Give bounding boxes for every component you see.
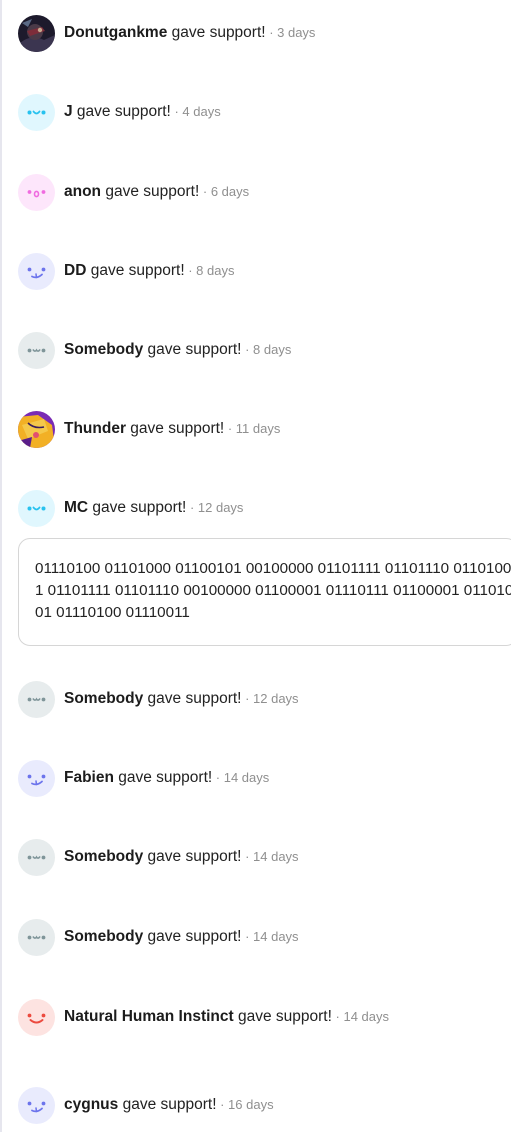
supporter-name[interactable]: Fabien	[64, 769, 114, 786]
supporter-name[interactable]: anon	[64, 183, 101, 200]
support-time: · 12 days	[186, 500, 244, 515]
avatar-neutral-gray-face-icon[interactable]	[18, 838, 55, 876]
support-action: gave support!	[167, 24, 266, 41]
avatar-smile-cyan-face-icon[interactable]	[18, 489, 55, 527]
support-action: gave support!	[118, 1096, 217, 1113]
support-text: Donutgankme gave support! · 3 days	[64, 23, 315, 43]
avatar-photo[interactable]	[18, 410, 55, 448]
support-entry: Somebody gave support! · 14 days	[18, 918, 299, 956]
support-entry: J gave support! · 4 days	[18, 93, 221, 131]
support-entry: MC gave support! · 12 days	[18, 489, 243, 527]
support-time: · 11 days	[224, 421, 281, 436]
avatar-neutral-gray-face-icon[interactable]	[18, 331, 55, 369]
left-border	[0, 0, 2, 1132]
avatar-smile-cyan-face-icon[interactable]	[18, 93, 55, 131]
support-time: · 6 days	[199, 184, 250, 199]
support-action: gave support!	[143, 848, 242, 865]
support-entry: Fabien gave support! · 14 days	[18, 759, 269, 797]
avatar-smirk-lavender-face-icon[interactable]	[18, 1086, 55, 1124]
avatar-neutral-gray-face-icon[interactable]	[18, 680, 55, 718]
support-action: gave support!	[113, 769, 213, 786]
support-time: · 3 days	[265, 25, 316, 40]
support-action: gave support!	[88, 499, 187, 516]
supporter-name[interactable]: MC	[64, 499, 88, 516]
avatar-photo[interactable]	[18, 14, 55, 52]
support-time: · 14 days	[212, 770, 270, 785]
support-entry: Natural Human Instinct gave support! · 1…	[18, 998, 389, 1036]
avatar-smirk-lavender-face-icon[interactable]	[18, 252, 55, 290]
support-entry: Somebody gave support! · 12 days	[18, 680, 299, 718]
support-message: 01110100 01101000 01100101 00100000 0110…	[18, 538, 511, 646]
support-text: Somebody gave support! · 14 days	[64, 927, 299, 947]
avatar-smile-red-face-icon[interactable]	[18, 998, 55, 1036]
support-time: · 16 days	[216, 1097, 274, 1112]
support-text: DD gave support! · 8 days	[64, 261, 234, 281]
support-entry: Somebody gave support! · 14 days	[18, 838, 299, 876]
support-entry: DD gave support! · 8 days	[18, 252, 234, 290]
avatar-neutral-gray-face-icon[interactable]	[18, 918, 55, 956]
support-time: · 14 days	[241, 929, 299, 944]
support-text: Natural Human Instinct gave support! · 1…	[64, 1007, 389, 1027]
support-action: gave support!	[233, 1008, 332, 1025]
avatar-wow-pink-face-icon[interactable]	[18, 173, 55, 211]
support-action: gave support!	[86, 262, 185, 279]
supporter-name[interactable]: Somebody	[64, 848, 143, 865]
support-action: gave support!	[143, 341, 242, 358]
support-text: cygnus gave support! · 16 days	[64, 1095, 274, 1115]
supporter-name[interactable]: DD	[64, 262, 86, 279]
support-text: anon gave support! · 6 days	[64, 182, 249, 202]
supporter-name[interactable]: Somebody	[64, 928, 143, 945]
support-entry: anon gave support! · 6 days	[18, 173, 249, 211]
support-time: · 8 days	[184, 263, 235, 278]
support-time: · 12 days	[241, 691, 299, 706]
supporter-name[interactable]: Natural Human Instinct	[64, 1008, 234, 1025]
supporter-name[interactable]: cygnus	[64, 1096, 118, 1113]
support-action: gave support!	[143, 928, 242, 945]
support-entry: Thunder gave support! · 11 days	[18, 410, 280, 448]
support-text: Thunder gave support! · 11 days	[64, 419, 280, 439]
support-action: gave support!	[72, 103, 171, 120]
support-text: J gave support! · 4 days	[64, 102, 221, 122]
support-entry: cygnus gave support! · 16 days	[18, 1086, 274, 1124]
support-text: Fabien gave support! · 14 days	[64, 768, 269, 788]
support-text: Somebody gave support! · 14 days	[64, 847, 299, 867]
support-time: · 14 days	[331, 1009, 389, 1024]
support-time: · 14 days	[241, 849, 299, 864]
avatar-smirk-lavender-face-icon[interactable]	[18, 759, 55, 797]
support-time: · 8 days	[241, 342, 292, 357]
support-text: MC gave support! · 12 days	[64, 498, 243, 518]
support-time: · 4 days	[170, 104, 221, 119]
support-text: Somebody gave support! · 12 days	[64, 689, 299, 709]
support-action: gave support!	[143, 690, 242, 707]
support-action: gave support!	[126, 420, 225, 437]
supporter-name[interactable]: Thunder	[64, 420, 126, 437]
support-entry: Somebody gave support! · 8 days	[18, 331, 291, 369]
supporter-name[interactable]: Somebody	[64, 341, 143, 358]
support-entry: Donutgankme gave support! · 3 days	[18, 14, 315, 52]
support-text: Somebody gave support! · 8 days	[64, 340, 291, 360]
supporter-name[interactable]: Donutgankme	[64, 24, 167, 41]
supporter-name[interactable]: Somebody	[64, 690, 143, 707]
support-action: gave support!	[101, 183, 200, 200]
supporter-name[interactable]: J	[64, 103, 73, 120]
